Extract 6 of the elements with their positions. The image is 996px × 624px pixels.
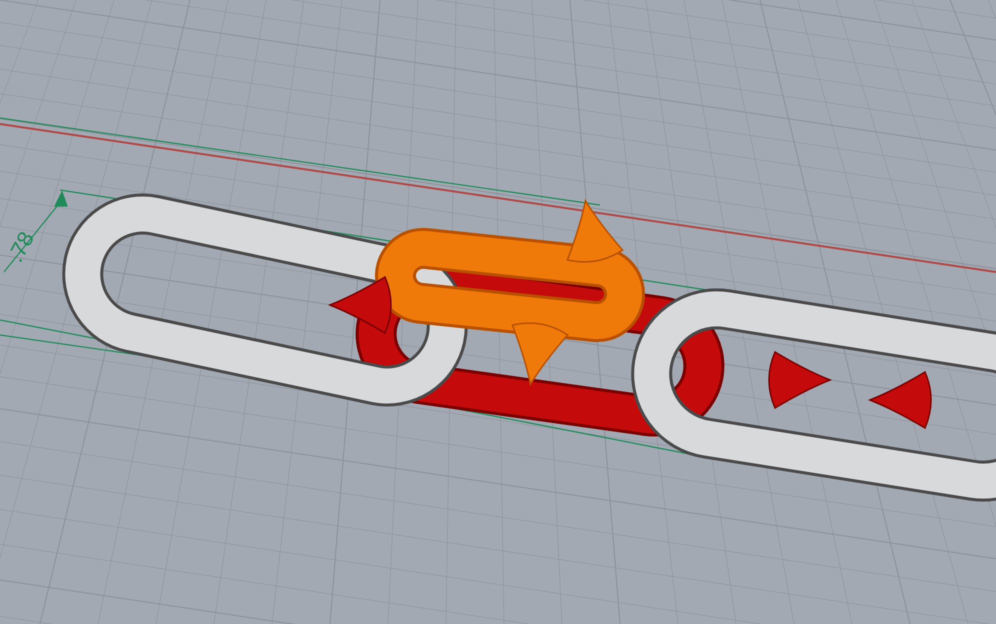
spike — [512, 322, 568, 385]
spike — [566, 200, 624, 263]
dimension-label: .78 — [4, 228, 38, 266]
spike — [869, 371, 932, 429]
spike — [329, 276, 392, 334]
spike — [768, 351, 831, 409]
